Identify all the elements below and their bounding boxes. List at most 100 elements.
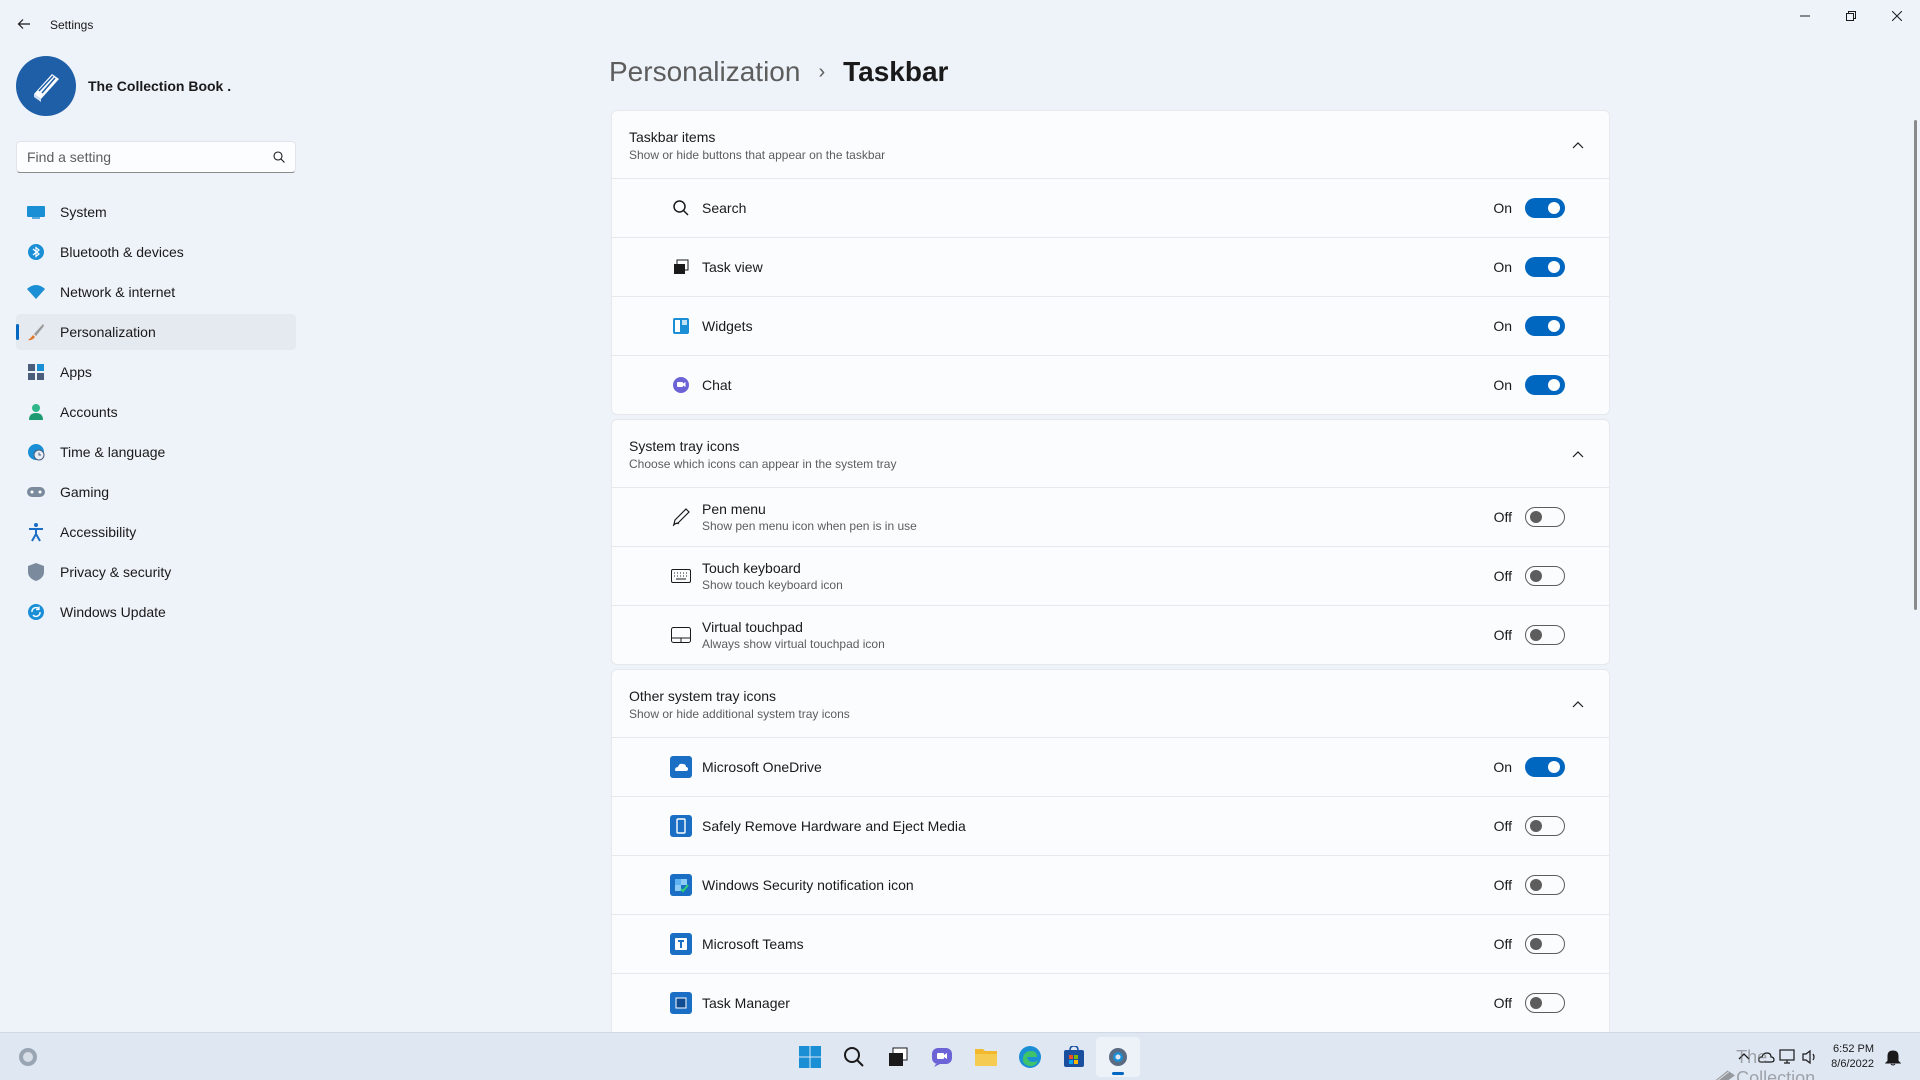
restore-button[interactable] (1828, 0, 1874, 32)
search-toggle[interactable] (1525, 198, 1565, 218)
section-subtitle: Choose which icons can appear in the sys… (629, 457, 897, 471)
toggle-knob (1530, 997, 1542, 1009)
close-button[interactable] (1874, 0, 1920, 32)
sidebar-item-personalization[interactable]: Personalization (16, 314, 296, 350)
chat-icon (932, 1048, 952, 1067)
row-description: Show touch keyboard icon (702, 578, 843, 592)
chevron-up-icon[interactable] (1571, 448, 1585, 462)
toggle-state: On (1493, 259, 1512, 275)
sidebar-item-windows-update[interactable]: Windows Update (16, 594, 296, 630)
taskbar-settings-button[interactable] (1096, 1037, 1140, 1077)
toggle-state: On (1493, 318, 1512, 334)
sidebar-item-bluetooth[interactable]: Bluetooth & devices (16, 234, 296, 270)
sidebar-nav: System Bluetooth & devices Network & int… (16, 194, 296, 634)
section-header-system-tray-icons[interactable]: System tray icons Choose which icons can… (611, 419, 1610, 488)
minimize-button[interactable] (1782, 0, 1828, 32)
sidebar-item-network[interactable]: Network & internet (16, 274, 296, 310)
apps-icon (26, 362, 46, 382)
toggle-state: On (1493, 200, 1512, 216)
sidebar-item-label: Windows Update (60, 604, 166, 620)
pen-menu-toggle[interactable] (1525, 507, 1565, 527)
weather-widget-button[interactable] (16, 1045, 40, 1069)
teams-icon (670, 933, 692, 955)
microsoft-teams-toggle[interactable] (1525, 934, 1565, 954)
user-profile[interactable]: The Collection Book . (16, 56, 231, 116)
security-icon (670, 874, 692, 896)
row-label: Virtual touchpad (702, 619, 803, 635)
sidebar-item-accounts[interactable]: Accounts (16, 394, 296, 430)
sidebar-item-gaming[interactable]: Gaming (16, 474, 296, 510)
taskbar-chat-button[interactable] (920, 1037, 964, 1077)
settings-content: Taskbar items Show or hide buttons that … (611, 110, 1610, 1033)
search-input[interactable] (27, 149, 273, 165)
taskbar-search-button[interactable] (832, 1037, 876, 1077)
toggle-state: Off (1493, 877, 1512, 893)
sidebar-item-label: Gaming (60, 484, 110, 500)
task-manager-toggle[interactable] (1525, 993, 1565, 1013)
sidebar-item-time-language[interactable]: Time & language (16, 434, 296, 470)
windows-security-toggle[interactable] (1525, 875, 1565, 895)
toggle-knob (1548, 261, 1560, 273)
watermark-text: The Collection Book (1736, 1047, 1816, 1080)
toggle-knob (1530, 570, 1542, 582)
toggle-state: Off (1493, 627, 1512, 643)
vertical-scrollbar[interactable] (1914, 120, 1917, 610)
sidebar-item-apps[interactable]: Apps (16, 354, 296, 390)
page-title: Taskbar (843, 56, 949, 87)
widgets-toggle[interactable] (1525, 316, 1565, 336)
taskbar-task-view-button[interactable] (876, 1037, 920, 1077)
chevron-up-icon[interactable] (1571, 139, 1585, 153)
chat-toggle[interactable] (1525, 375, 1565, 395)
breadcrumb-separator: › (818, 60, 826, 83)
row-label: Pen menu (702, 501, 766, 517)
task-view-toggle[interactable] (1525, 257, 1565, 277)
breadcrumb-parent[interactable]: Personalization (609, 56, 800, 88)
taskbar: The Collection Book 6:52 PM 8/6/2022 (0, 1032, 1920, 1080)
task-view-icon (889, 1047, 908, 1066)
section-header-other-system-tray-icons[interactable]: Other system tray icons Show or hide add… (611, 669, 1610, 738)
taskbar-store-button[interactable] (1052, 1037, 1096, 1077)
person-icon (26, 402, 46, 422)
toggle-knob (1548, 379, 1560, 391)
shield-icon (26, 562, 46, 582)
sidebar-item-system[interactable]: System (16, 194, 296, 230)
back-button[interactable] (12, 12, 36, 36)
row-label: Touch keyboard (702, 560, 801, 576)
file-explorer-icon (975, 1049, 997, 1066)
chevron-up-icon[interactable] (1571, 698, 1585, 712)
section-title: Taskbar items (629, 129, 716, 145)
setting-row-task-manager: Task Manager Off (611, 974, 1610, 1033)
sidebar-item-privacy[interactable]: Privacy & security (16, 554, 296, 590)
row-description: Show pen menu icon when pen is in use (702, 519, 917, 533)
start-button[interactable] (788, 1037, 832, 1077)
minimize-icon (1800, 15, 1810, 17)
sidebar-item-label: Accounts (60, 404, 118, 420)
sidebar-item-accessibility[interactable]: Accessibility (16, 514, 296, 550)
toggle-state: Off (1493, 936, 1512, 952)
toggle-knob (1530, 938, 1542, 950)
section-header-taskbar-items[interactable]: Taskbar items Show or hide buttons that … (611, 110, 1610, 179)
book-watermark-icon (1715, 1069, 1735, 1080)
onedrive-icon (670, 756, 692, 778)
setting-row-task-view: Task view On (611, 238, 1610, 297)
toggle-state: Off (1493, 818, 1512, 834)
search-icon[interactable] (273, 151, 285, 163)
onedrive-toggle[interactable] (1525, 757, 1565, 777)
safely-remove-toggle[interactable] (1525, 816, 1565, 836)
toggle-knob (1530, 820, 1542, 832)
row-label: Widgets (702, 318, 753, 334)
touchpad-icon (670, 624, 692, 646)
virtual-touchpad-toggle[interactable] (1525, 625, 1565, 645)
clock[interactable]: 6:52 PM 8/6/2022 (1831, 1042, 1874, 1072)
search-box[interactable] (16, 141, 296, 173)
taskbar-file-explorer-button[interactable] (964, 1037, 1008, 1077)
sidebar-item-label: Network & internet (60, 284, 176, 300)
touch-keyboard-toggle[interactable] (1525, 566, 1565, 586)
taskbar-edge-button[interactable] (1008, 1037, 1052, 1077)
sidebar-item-label: System (60, 204, 107, 220)
notifications-button[interactable] (1882, 1046, 1904, 1068)
setting-row-widgets: Widgets On (611, 297, 1610, 356)
start-icon (799, 1046, 821, 1068)
toggle-knob (1530, 629, 1542, 641)
settings-icon (1109, 1048, 1127, 1066)
